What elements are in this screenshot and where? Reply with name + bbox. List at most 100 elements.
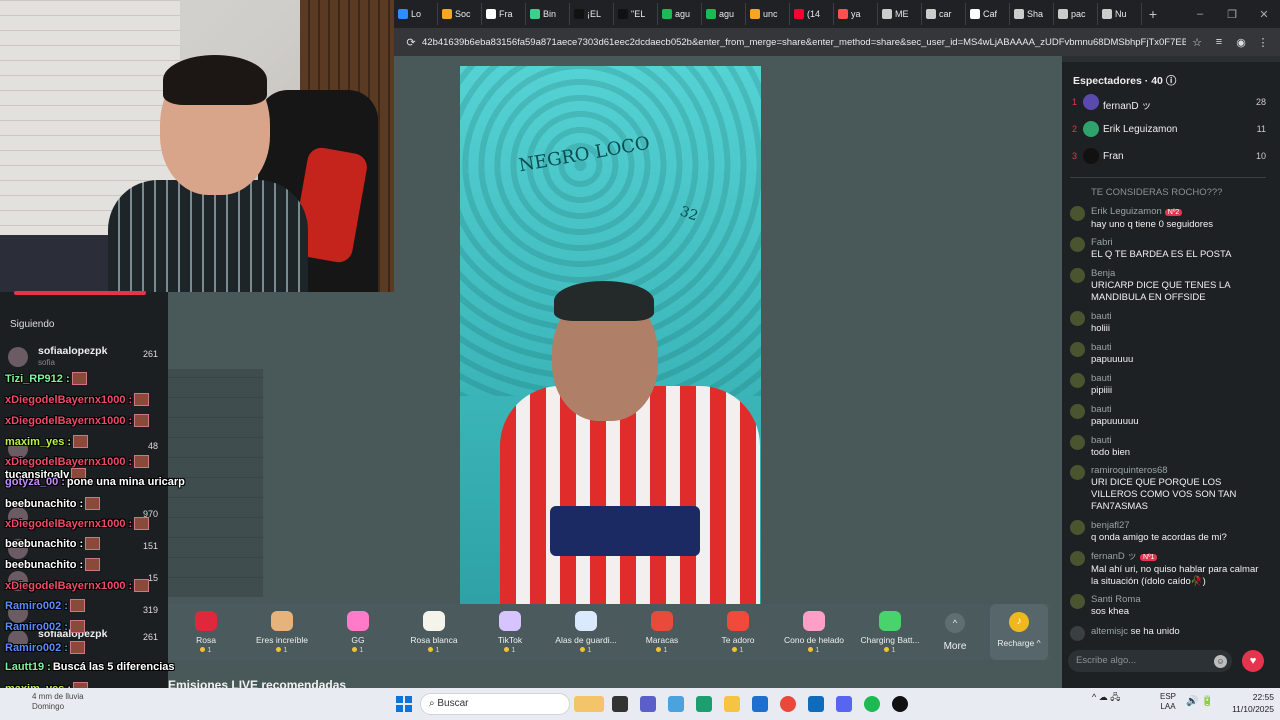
refresh-icon[interactable]: ⟳ xyxy=(400,36,422,49)
maximize-button[interactable]: ❐ xyxy=(1216,8,1248,21)
browser-tab[interactable]: Sha xyxy=(1010,3,1054,25)
browser-tab[interactable]: Lo xyxy=(394,3,438,25)
browser-tab[interactable]: Fra xyxy=(482,3,526,25)
gift-item[interactable]: Eres increíble 1 xyxy=(244,611,320,654)
gift-emote-icon xyxy=(73,435,89,448)
avatar[interactable] xyxy=(1070,435,1085,450)
recharge-button[interactable]: ♪ Recharge ^ xyxy=(990,604,1048,660)
discord-icon[interactable] xyxy=(836,696,852,712)
gift-item[interactable]: Te adoro 1 xyxy=(700,611,776,654)
chat-input[interactable]: Escribe algo... xyxy=(1068,650,1232,672)
chat-user[interactable]: bauti xyxy=(1091,404,1266,416)
avatar[interactable] xyxy=(1070,404,1085,419)
chat-user[interactable]: Fabri xyxy=(1091,237,1266,249)
gift-cost: 1 xyxy=(472,645,548,654)
info-icon[interactable]: ⓘ xyxy=(1166,75,1177,87)
weather-widget[interactable]: 4 mm de lluvia Domingo xyxy=(32,692,84,712)
chat-message: Fabri EL Q TE BARDEA ES EL POSTA xyxy=(1070,237,1266,261)
browser-tab[interactable]: unc xyxy=(746,3,790,25)
gift-item[interactable]: Charging Batt... 1 xyxy=(852,611,928,654)
browser-tab[interactable]: agu xyxy=(658,3,702,25)
search-highlight-icon[interactable] xyxy=(574,696,604,712)
heart-icon[interactable]: ♥ xyxy=(1242,650,1264,672)
avatar[interactable] xyxy=(1070,465,1085,480)
copilot-icon[interactable] xyxy=(668,696,684,712)
chat-user[interactable]: ramiroquinteros68 xyxy=(1091,465,1266,477)
browser-tab[interactable]: "EL xyxy=(614,3,658,25)
join-user[interactable]: altemisjc xyxy=(1091,626,1128,637)
chat-user[interactable]: bauti xyxy=(1091,342,1266,354)
following-item[interactable]: sofiaalopezpk sofia 261 xyxy=(8,345,158,369)
browser-tab[interactable]: ME xyxy=(878,3,922,25)
bookmark-star-icon[interactable]: ☆ xyxy=(1186,36,1208,49)
task-view-icon[interactable] xyxy=(612,696,628,712)
emoji-icon[interactable]: ☺ xyxy=(1214,655,1227,668)
browser-tab[interactable]: agu xyxy=(702,3,746,25)
media-control-icon[interactable]: ≡ xyxy=(1208,36,1230,48)
viewer-count: 319 xyxy=(142,605,158,615)
gift-item[interactable]: Cono de helado 1 xyxy=(776,611,852,654)
gift-item[interactable]: GG 1 xyxy=(320,611,396,654)
teams-icon[interactable] xyxy=(640,696,656,712)
more-gifts-button[interactable]: ^ More xyxy=(938,613,972,652)
browser-tab[interactable]: ¡EL xyxy=(570,3,614,25)
browser-tab[interactable]: Caf xyxy=(966,3,1010,25)
taskbar-search[interactable]: ⌕ Buscar xyxy=(420,693,570,715)
avatar[interactable] xyxy=(1070,268,1085,283)
spectator-score: 10 xyxy=(1255,151,1266,161)
lang-line1: ESP xyxy=(1160,692,1177,701)
gift-item[interactable]: Maracas 1 xyxy=(624,611,700,654)
chat-user[interactable]: bauti xyxy=(1091,311,1266,323)
browser-tab[interactable]: car xyxy=(922,3,966,25)
language-indicator[interactable]: ESP LAA xyxy=(1160,692,1176,712)
chat-user[interactable]: Benja xyxy=(1091,268,1266,280)
browser-tab[interactable]: Nu xyxy=(1098,3,1142,25)
browser-tab[interactable]: Bin xyxy=(526,3,570,25)
browser-tab[interactable]: (14 xyxy=(790,3,834,25)
new-tab-button[interactable]: + xyxy=(1142,6,1164,22)
gift-item[interactable]: Rosa 1 xyxy=(168,611,244,654)
chat-user[interactable]: bauti xyxy=(1091,373,1266,385)
system-tray[interactable]: ^ ☁ 🖧 xyxy=(1092,690,1120,706)
browser-tab[interactable]: pac xyxy=(1054,3,1098,25)
edge-icon[interactable] xyxy=(696,696,712,712)
avatar[interactable] xyxy=(1070,311,1085,326)
browser-tab[interactable]: ya xyxy=(834,3,878,25)
close-window-button[interactable]: ✕ xyxy=(1248,8,1280,21)
spectator-row[interactable]: 2 Erik Leguizamon 11 xyxy=(1072,121,1266,141)
spotify-icon[interactable] xyxy=(864,696,880,712)
file-explorer-icon[interactable] xyxy=(724,696,740,712)
taskbar-clock[interactable]: 22:55 11/10/2025 xyxy=(1224,691,1274,715)
browser-menu-icon[interactable]: ⋮ xyxy=(1252,36,1274,49)
chat-user[interactable]: Erik Leguizamon Nº2 xyxy=(1091,206,1266,219)
store-icon[interactable] xyxy=(752,696,768,712)
minimize-button[interactable]: – xyxy=(1184,8,1216,20)
avatar[interactable] xyxy=(1070,594,1085,609)
chat-user[interactable]: bauti xyxy=(1091,435,1266,447)
url-field[interactable]: 42b41639b6eba83156fa59a871aece7303d61eec… xyxy=(422,37,1186,48)
gift-item[interactable]: Alas de guardi... 1 xyxy=(548,611,624,654)
avatar[interactable] xyxy=(1070,520,1085,535)
tiktok-app-icon[interactable] xyxy=(892,696,908,712)
spectator-row[interactable]: 1 fernanD ッ 28 xyxy=(1072,94,1266,114)
chat-user[interactable]: fernanD ッ Nº1 xyxy=(1091,551,1266,564)
spectator-row[interactable]: 3 Fran 10 xyxy=(1072,148,1266,168)
wifi-volume-icon[interactable]: 🔊 🔋 xyxy=(1186,696,1214,707)
avatar[interactable] xyxy=(1070,342,1085,357)
live-video[interactable]: NEGRO LOCO 32 xyxy=(460,66,761,604)
outlook-icon[interactable] xyxy=(808,696,824,712)
tab-label: agu xyxy=(719,9,735,19)
spectators-title-text: Espectadores · 40 xyxy=(1073,75,1163,87)
avatar[interactable] xyxy=(1070,237,1085,252)
gift-item[interactable]: Rosa blanca 1 xyxy=(396,611,472,654)
gift-item[interactable]: TikTok 1 xyxy=(472,611,548,654)
profile-icon[interactable]: ◉ xyxy=(1230,36,1252,49)
avatar[interactable] xyxy=(1070,206,1085,221)
chat-user[interactable]: Santi Roma xyxy=(1091,594,1266,606)
avatar[interactable] xyxy=(1070,373,1085,388)
browser-tab[interactable]: Soc xyxy=(438,3,482,25)
avatar[interactable] xyxy=(1070,551,1085,566)
chat-user[interactable]: benjafl27 xyxy=(1091,520,1266,532)
windows-start-icon[interactable] xyxy=(396,696,412,712)
chrome-icon[interactable] xyxy=(780,696,796,712)
